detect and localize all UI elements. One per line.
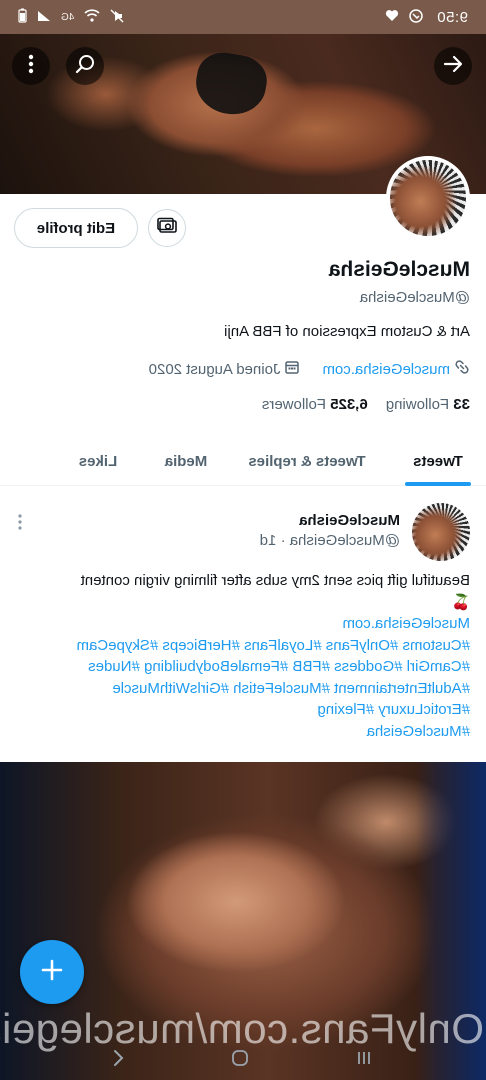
tab-tweets-replies[interactable]: Tweets & replies: [224, 436, 390, 486]
status-right-icons: 4G: [18, 8, 124, 26]
hashtag-line[interactable]: #Customs #OnlyFans #LoyalFans #HerBiceps…: [10, 635, 470, 657]
link-icon: [454, 359, 470, 379]
home-nav-button[interactable]: [230, 1048, 250, 1073]
shield-icon: [409, 8, 423, 26]
more-vertical-icon: [18, 513, 22, 535]
wifi-icon: [84, 9, 100, 25]
follow-counts: 33 Following 6,325 Followers: [262, 396, 470, 413]
battery-icon: [18, 8, 27, 26]
back-button[interactable]: [434, 47, 472, 85]
hashtag-line[interactable]: #AdultEntertainment #MuscleFetish #Girls…: [10, 678, 470, 700]
search-icon: [75, 54, 95, 79]
profile-name: MuscleGeisha: [328, 258, 470, 281]
profile-avatar[interactable]: [386, 156, 470, 240]
following-count: 33: [453, 396, 470, 413]
followers-link[interactable]: 6,325 Followers: [262, 396, 368, 413]
tab-likes[interactable]: Likes: [48, 436, 148, 486]
cherry-emoji: 🍒: [451, 593, 470, 611]
twitter-profile-screen: 9:50 4G Edit profile MuscleGeisha @Muscl…: [0, 0, 486, 1080]
profile-tabs: Tweets Tweets & replies Media Likes: [0, 436, 486, 486]
search-button[interactable]: [66, 47, 104, 85]
following-label: Following: [385, 396, 450, 413]
profile-handle: @MuscleGeisha: [359, 289, 470, 306]
tab-tweets-label: Tweets: [413, 452, 463, 470]
arrow-icon: [443, 55, 463, 78]
status-time: 9:50: [436, 8, 468, 26]
profile-bio: Art & Custom Expression of FBB Anji: [224, 323, 470, 340]
calendar-icon: [284, 359, 300, 379]
compose-tweet-button[interactable]: [20, 940, 84, 1004]
tweet-handle-time: @MuscleGeisha · 1d: [259, 532, 400, 549]
hashtag-line[interactable]: #EroticLuxury #Flexing: [10, 699, 470, 721]
tab-likes-label: Likes: [78, 452, 118, 470]
tab-tweets[interactable]: Tweets: [390, 436, 486, 486]
following-link[interactable]: 33 Following: [386, 396, 470, 413]
recents-nav-button[interactable]: [355, 1050, 373, 1071]
system-nav-bar: [0, 1040, 486, 1080]
status-bar: 9:50 4G: [0, 0, 486, 34]
signal-icon: [37, 10, 51, 25]
plus-icon: [41, 959, 63, 986]
more-vertical-icon: [28, 54, 34, 79]
tweet-text-line: Beautiful gift pics sent 2my subs after …: [80, 572, 470, 589]
banner-image-detail: [191, 48, 271, 120]
tweet-more-button[interactable]: [10, 512, 30, 536]
website-link[interactable]: muscleGeisha.com: [322, 361, 450, 378]
heart-icon: [385, 9, 399, 25]
followers-count: 6,325: [330, 396, 368, 413]
tweet-link[interactable]: MuscleGeisha.com: [10, 613, 470, 635]
tip-jar-button[interactable]: [148, 209, 186, 247]
profile-meta: muscleGeisha.com Joined August 2020: [149, 359, 470, 379]
joined-date: Joined August 2020: [148, 360, 281, 378]
hashtag-line[interactable]: #MuscleGeisha: [10, 721, 470, 743]
network-label: 4G: [61, 11, 75, 23]
tweet-author-name[interactable]: MuscleGeisha: [299, 512, 400, 529]
tab-media[interactable]: Media: [148, 436, 224, 486]
more-options-button[interactable]: [12, 47, 50, 85]
followers-label: Followers: [261, 396, 327, 413]
edit-profile-button[interactable]: Edit profile: [14, 208, 138, 248]
hashtag-line[interactable]: #CamGirl #Goddess #FBB #FemaleBodybuildi…: [10, 656, 470, 678]
tweet-author-avatar[interactable]: [412, 503, 470, 561]
status-left-icons: [385, 8, 423, 26]
money-icon: [156, 217, 178, 240]
tweet-text: Beautiful gift pics sent 2my subs after …: [10, 570, 470, 742]
back-nav-button[interactable]: [113, 1049, 125, 1072]
tab-tweets-replies-label: Tweets & replies: [248, 452, 366, 470]
tab-media-label: Media: [164, 452, 208, 470]
mute-icon: [110, 9, 124, 26]
